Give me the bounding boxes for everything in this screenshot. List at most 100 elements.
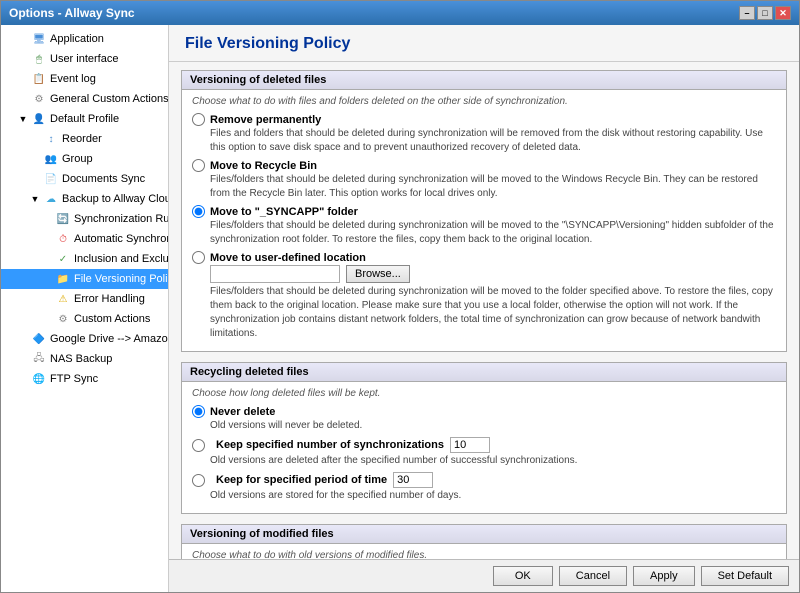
auto-icon: ⏱ [55, 231, 71, 247]
section-recycling-deleted: Recycling deleted files Choose how long … [181, 362, 787, 514]
radio-text-keep-sync: Keep specified number of synchronization… [216, 439, 444, 451]
expand-icon [41, 273, 53, 285]
close-button[interactable]: ✕ [775, 6, 791, 20]
radio-desc-period: Old versions are stored for the specifie… [210, 489, 776, 503]
maximize-button[interactable]: □ [757, 6, 773, 20]
sync-count-input[interactable] [450, 437, 490, 453]
radio-label-remove[interactable]: Remove permanently [192, 113, 776, 126]
group-icon: 👥 [43, 151, 59, 167]
sidebar-item-ftp-sync[interactable]: 🌐 FTP Sync [1, 369, 168, 389]
title-bar: Options - Allway Sync – □ ✕ [1, 1, 799, 25]
ok-button[interactable]: OK [493, 566, 553, 586]
main-content: 🖥 Application 🖱 User interface 📋 Event l… [1, 25, 799, 592]
section-versioning-modified: Versioning of modified files Choose what… [181, 524, 787, 559]
expand-icon [17, 333, 29, 345]
sidebar-tree: 🖥 Application 🖱 User interface 📋 Event l… [1, 25, 169, 592]
sidebar-item-documents-sync[interactable]: 📄 Documents Sync [1, 169, 168, 189]
radio-label-period[interactable]: Keep for specified period of time [192, 472, 776, 488]
radio-remove[interactable] [192, 113, 205, 126]
sidebar-label-cloud: Backup to Allway Cloud [62, 193, 169, 205]
radio-text-syncapp: Move to "_SYNCAPP" folder [210, 206, 358, 218]
apply-button[interactable]: Apply [633, 566, 695, 586]
option-move-recycle: Move to Recycle Bin Files/folders that s… [192, 159, 776, 201]
section-desc-recycling: Choose how long deleted files will be ke… [192, 388, 776, 399]
sidebar-item-group[interactable]: 👥 Group [1, 149, 168, 169]
cancel-button[interactable]: Cancel [559, 566, 627, 586]
docs-icon: 📄 [43, 171, 59, 187]
expand-icon: ▼ [29, 193, 41, 205]
sidebar-item-backup-cloud[interactable]: ▼ ☁ Backup to Allway Cloud [1, 189, 168, 209]
radio-desc-recycle: Files/folders that should be deleted dur… [210, 173, 776, 201]
radio-desc-syncapp: Files/folders that should be deleted dur… [210, 219, 776, 247]
radio-syncapp[interactable] [192, 205, 205, 218]
sidebar-item-custom-actions[interactable]: ⚙ Custom Actions [1, 309, 168, 329]
radio-keep-sync[interactable] [192, 439, 205, 452]
sidebar-item-application[interactable]: 🖥 Application [1, 29, 168, 49]
radio-desc-never: Old versions will never be deleted. [210, 419, 776, 433]
sidebar-item-inclusion[interactable]: ✓ Inclusion and Exclusion f [1, 249, 168, 269]
section-body-modified: Choose what to do with old versions of m… [182, 544, 786, 559]
section-header-recycling: Recycling deleted files [182, 363, 786, 382]
sidebar-item-default-profile[interactable]: ▼ 👤 Default Profile [1, 109, 168, 129]
sidebar-item-error-handling[interactable]: ⚠ Error Handling [1, 289, 168, 309]
sidebar-item-nas-backup[interactable]: 🖧 NAS Backup [1, 349, 168, 369]
minimize-button[interactable]: – [739, 6, 755, 20]
radio-label-keep-sync[interactable]: Keep specified number of synchronization… [192, 437, 776, 453]
profile-icon: 👤 [31, 111, 47, 127]
expand-icon [17, 53, 29, 65]
sidebar-item-auto-sync[interactable]: ⏱ Automatic Synchronizati [1, 229, 168, 249]
browse-button[interactable]: Browse... [346, 265, 410, 283]
section-header-deleted: Versioning of deleted files [182, 71, 786, 90]
radio-recycle[interactable] [192, 159, 205, 172]
expand-icon [41, 293, 53, 305]
radio-never[interactable] [192, 405, 205, 418]
sidebar-item-sync-rules[interactable]: 🔄 Synchronization Rules [1, 209, 168, 229]
sidebar-item-file-versioning[interactable]: 📁 File Versioning Policy [1, 269, 168, 289]
radio-desc-keep-sync: Old versions are deleted after the speci… [210, 454, 776, 468]
right-panel: File Versioning Policy Versioning of del… [169, 25, 799, 592]
browse-row: Browse... [210, 265, 776, 283]
sidebar-item-event-log[interactable]: 📋 Event log [1, 69, 168, 89]
radio-period[interactable] [192, 474, 205, 487]
sidebar-label-general: General Custom Actions [50, 93, 169, 105]
option-never-delete: Never delete Old versions will never be … [192, 405, 776, 433]
section-versioning-deleted: Versioning of deleted files Choose what … [181, 70, 787, 352]
option-keep-period: Keep for specified period of time Old ve… [192, 472, 776, 503]
radio-desc-remove: Files and folders that should be deleted… [210, 127, 776, 155]
sidebar-item-user-interface[interactable]: 🖱 User interface [1, 49, 168, 69]
sidebar-item-general-custom[interactable]: ⚙ General Custom Actions [1, 89, 168, 109]
sidebar-label-ftp: FTP Sync [50, 373, 98, 385]
user-defined-path-input[interactable] [210, 265, 340, 283]
radio-label-recycle[interactable]: Move to Recycle Bin [192, 159, 776, 172]
reorder-icon: ↕ [43, 131, 59, 147]
radio-text-never: Never delete [210, 406, 275, 418]
button-bar: OK Cancel Apply Set Default [169, 559, 799, 592]
sidebar-label-custom: Custom Actions [74, 313, 150, 325]
sidebar-item-google-drive[interactable]: 🔷 Google Drive --> Amazon S [1, 329, 168, 349]
event-icon: 📋 [31, 71, 47, 87]
sidebar-label-incl: Inclusion and Exclusion f [74, 253, 169, 265]
panel-title: File Versioning Policy [185, 35, 783, 53]
set-default-button[interactable]: Set Default [701, 566, 789, 586]
expand-icon [17, 73, 29, 85]
radio-label-user-defined[interactable]: Move to user-defined location [192, 251, 776, 264]
sidebar-label-application: Application [50, 33, 104, 45]
expand-icon [41, 213, 53, 225]
sidebar-item-reorder[interactable]: ↕ Reorder [1, 129, 168, 149]
expand-icon [17, 353, 29, 365]
sidebar-label-nas: NAS Backup [50, 353, 112, 365]
incl-icon: ✓ [55, 251, 71, 267]
radio-label-syncapp[interactable]: Move to "_SYNCAPP" folder [192, 205, 776, 218]
radio-label-never[interactable]: Never delete [192, 405, 776, 418]
expand-icon [17, 373, 29, 385]
sync-icon: 🔄 [55, 211, 71, 227]
radio-user-defined[interactable] [192, 251, 205, 264]
sidebar-label-error: Error Handling [74, 293, 145, 305]
period-days-input[interactable] [393, 472, 433, 488]
sidebar-label-file-versioning: File Versioning Policy [74, 273, 169, 285]
sidebar-label-profile: Default Profile [50, 113, 119, 125]
window-controls: – □ ✕ [739, 6, 791, 20]
option-move-syncapp: Move to "_SYNCAPP" folder Files/folders … [192, 205, 776, 247]
panel-header: File Versioning Policy [169, 25, 799, 62]
option-remove-permanently: Remove permanently Files and folders tha… [192, 113, 776, 155]
